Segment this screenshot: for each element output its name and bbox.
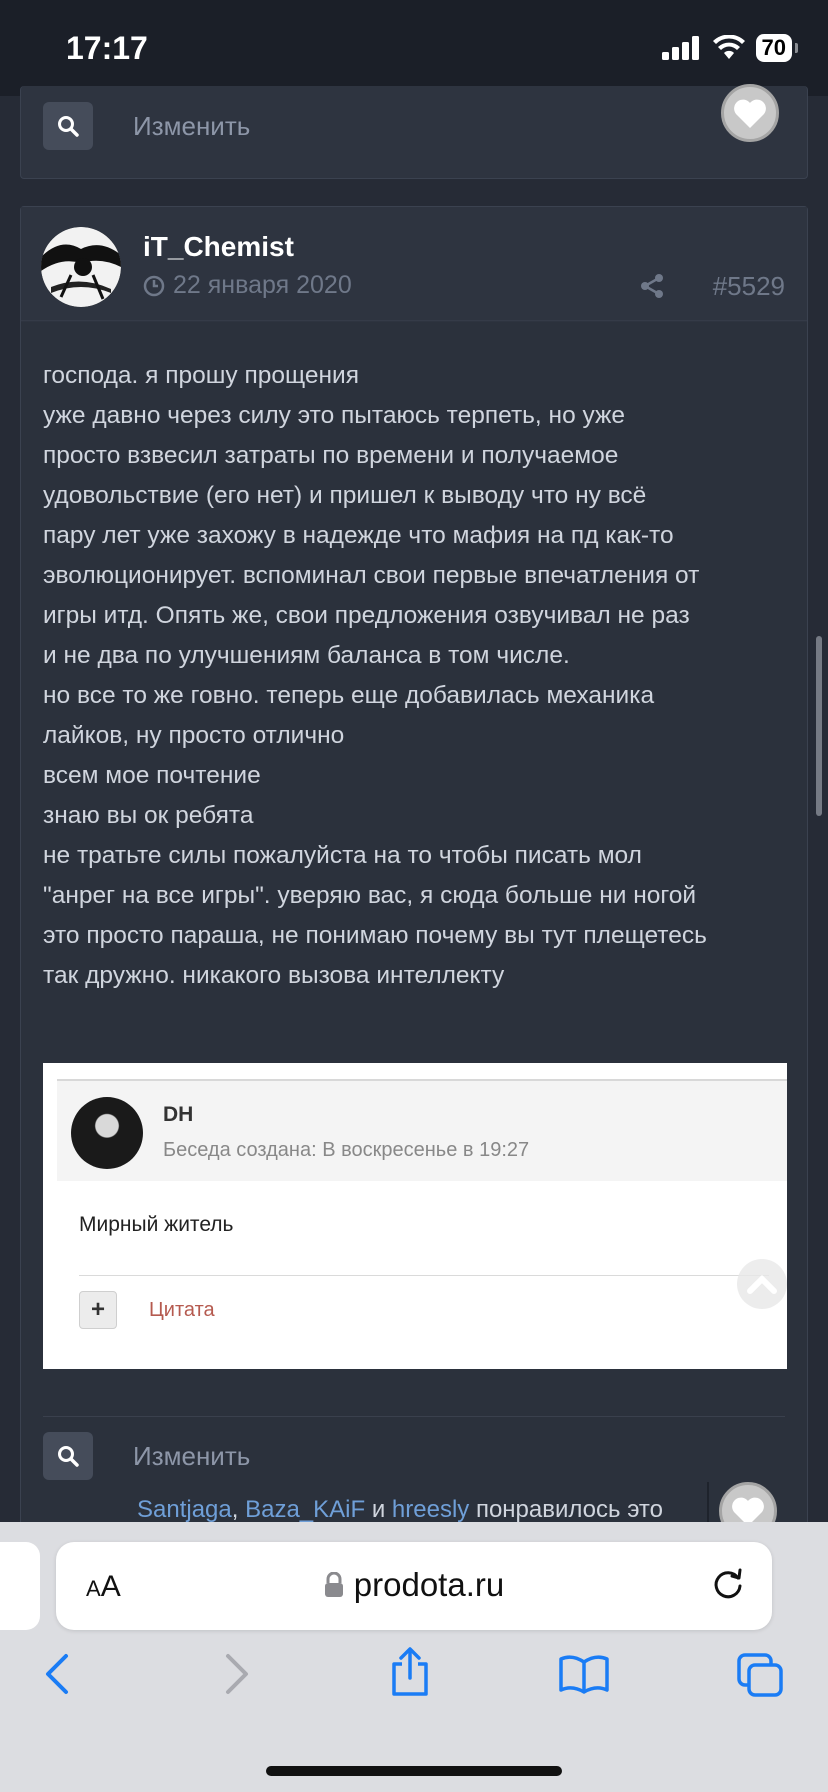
post-divider [43, 1416, 785, 1417]
edit-link[interactable]: Изменить [133, 1441, 250, 1472]
likes-and: и [371, 1496, 386, 1523]
page-scrollbar[interactable] [816, 636, 822, 816]
address-bar[interactable]: AA prodota.ru [56, 1542, 772, 1630]
back-button[interactable] [42, 1652, 72, 1701]
search-button[interactable] [43, 1432, 93, 1480]
wifi-icon [712, 35, 745, 59]
scroll-to-top-icon[interactable] [737, 1259, 787, 1309]
embed-divider [79, 1275, 769, 1276]
url-text: prodota.ru [353, 1566, 505, 1603]
tabs-icon [737, 1653, 783, 1697]
embedded-screenshot[interactable]: DH Беседа создана: В воскресенье в 19:27… [43, 1063, 787, 1369]
embed-conversation-header: DH Беседа создана: В воскресенье в 19:27 [57, 1079, 787, 1181]
post-text-line: пару лет уже захожу в надежде что мафия … [43, 522, 674, 549]
browser-chrome: AA prodota.ru [0, 1522, 828, 1792]
forum-post: iT_Chemist 22 января 2020 #5529 господа.… [20, 206, 808, 1587]
post-text-line: господа. я прошу прощения [43, 362, 359, 389]
search-icon [58, 116, 79, 137]
chevron-right-icon [226, 1654, 248, 1694]
post-body: господа. я прошу прощения уже давно через… [21, 322, 807, 1587]
likes-suffix: понравилось это [475, 1496, 663, 1523]
status-time: 17:17 [66, 30, 148, 66]
url-display[interactable]: prodota.ru [56, 1566, 772, 1604]
battery-indicator: 70 [755, 34, 799, 62]
likes-summary: Santjaga, Baza_KAiF и hreesly понравилос… [137, 1496, 663, 1524]
post-actions: Изменить [43, 1432, 250, 1480]
post-text-line: это просто параша, не понимаю почему вы … [43, 922, 707, 949]
post-text-line: уже давно через силу это пытаюсь терпеть… [43, 402, 626, 429]
chevron-left-icon [46, 1654, 68, 1694]
author-avatar[interactable] [41, 227, 121, 307]
share-sheet-icon [392, 1647, 428, 1696]
previous-post-actions: Изменить [43, 102, 250, 150]
embed-user-name: DH [163, 1103, 194, 1126]
post-text-line: просто взвесил затраты по времени и полу… [43, 442, 619, 469]
post-text-line: удовольствие (его нет) и пришел к выводу… [43, 482, 647, 509]
share-page-button[interactable] [388, 1646, 432, 1703]
post-text-line: и не два по улучшениям баланса в том чис… [43, 642, 570, 669]
share-button[interactable] [639, 273, 665, 304]
embed-plus-button: + [79, 1291, 117, 1329]
post-text-line: "анрег на все игры". уверяю вас, я сюда … [43, 882, 697, 909]
post-text-line: так дружно. никакого вызова интеллекту [43, 962, 505, 989]
post-text-line: всем мое почтение [43, 762, 261, 789]
post-header: iT_Chemist 22 января 2020 #5529 [21, 207, 807, 321]
embed-conversation-created: Беседа создана: В воскресенье в 19:27 [163, 1139, 530, 1161]
post-text: господа. я прошу прощения уже давно через… [43, 356, 803, 996]
previous-post-footer: Изменить [20, 84, 808, 179]
signal-icon [661, 36, 699, 60]
post-text-line: лайков, ну просто отлично [43, 722, 345, 749]
clock-icon [143, 275, 165, 296]
heart-icon [734, 99, 766, 128]
post-date-text: 22 января 2020 [173, 271, 352, 299]
avatar-art [41, 227, 121, 307]
share-icon [641, 274, 663, 298]
reload-button[interactable] [710, 1566, 746, 1607]
likes-separator: , [231, 1496, 239, 1523]
embed-quote-label: Цитата [149, 1299, 215, 1321]
lock-icon [324, 1572, 343, 1597]
post-date: 22 января 2020 [143, 271, 352, 300]
liker-link[interactable]: Baza_KAiF [245, 1496, 365, 1523]
reload-icon [714, 1568, 742, 1599]
post-text-line: игры итд. Опять же, свои предложения озв… [43, 602, 690, 629]
status-bar: 17:17 70 [0, 0, 828, 96]
author-name[interactable]: iT_Chemist [143, 231, 294, 263]
search-icon [58, 1446, 79, 1467]
post-text-line: но все то же говно. теперь еще добавилас… [43, 682, 655, 709]
like-button[interactable] [721, 84, 779, 142]
post-text-line: эволюционирует. вспоминал свои первые вп… [43, 562, 700, 589]
forward-button[interactable] [222, 1652, 252, 1701]
edit-link[interactable]: Изменить [133, 111, 250, 142]
book-icon [559, 1655, 609, 1694]
embed-avatar [71, 1097, 143, 1169]
bookmarks-button[interactable] [558, 1654, 610, 1699]
browser-toolbar [0, 1647, 828, 1712]
liker-link[interactable]: Santjaga [137, 1496, 232, 1523]
post-number-link[interactable]: #5529 [713, 271, 785, 302]
embed-role-text: Мирный житель [79, 1213, 234, 1236]
status-icons: 70 [661, 34, 799, 62]
tabs-button[interactable] [736, 1652, 784, 1703]
liker-link[interactable]: hreesly [392, 1496, 469, 1523]
search-button[interactable] [43, 102, 93, 150]
previous-tab-peek[interactable] [0, 1542, 40, 1630]
home-indicator [266, 1766, 562, 1776]
post-text-line: знаю вы ок ребята [43, 802, 254, 829]
post-text-line: не тратьте силы пожалуйста на то чтобы п… [43, 842, 642, 869]
